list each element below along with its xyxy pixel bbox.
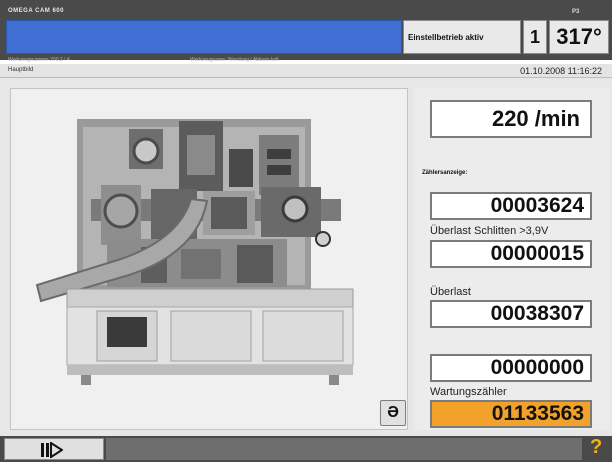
counter-panel: 220 /min Zählersanzeige: 00003624 Überla… bbox=[414, 88, 610, 430]
brand-label: OMEGA CAM 600 bbox=[8, 8, 64, 14]
mode-status: Einstellbetrieb aktiv bbox=[403, 20, 521, 54]
top-bar: OMEGA CAM 600 Einstellbetrieb aktiv 1 P3… bbox=[0, 0, 612, 60]
info-line: Werkzeugnummer 200.2 / 4 Werkzeugname: W… bbox=[0, 56, 612, 64]
step-forward-button[interactable] bbox=[4, 438, 104, 460]
counter-label: Überlast bbox=[430, 286, 471, 298]
step-forward-icon bbox=[41, 442, 63, 458]
machine-image bbox=[11, 89, 407, 429]
speed-display: 220 /min bbox=[430, 100, 592, 138]
counter-label: Wartungszähler bbox=[430, 386, 507, 398]
step-counter: 1 bbox=[523, 20, 547, 54]
counter-label: Überlast Schlitten >3,9V bbox=[430, 225, 549, 237]
datetime: 01.10.2008 11:16:22 bbox=[520, 66, 602, 76]
message-field bbox=[6, 20, 402, 54]
bottom-bar: ? bbox=[0, 436, 612, 462]
counter-value: 00003624 bbox=[430, 192, 592, 220]
angle-display: 317° bbox=[549, 20, 609, 54]
help-icon[interactable]: ? bbox=[590, 436, 602, 459]
machine-image-panel: Ə bbox=[10, 88, 408, 430]
maintenance-counter-value: 01133563 bbox=[430, 400, 592, 428]
counter-value: 00038307 bbox=[430, 300, 592, 328]
page-title: Hauptbild bbox=[8, 67, 34, 73]
counter-title: Zählersanzeige: bbox=[422, 170, 468, 176]
return-button[interactable]: Ə bbox=[380, 400, 406, 426]
status-field bbox=[106, 438, 582, 460]
main-area: Ə 220 /min Zählersanzeige: 00003624 Über… bbox=[0, 78, 612, 436]
tool-number: Werkzeugnummer 200.2 / 4 bbox=[8, 57, 70, 63]
counter-value: 00000000 bbox=[430, 354, 592, 382]
counter-value: 00000015 bbox=[430, 240, 592, 268]
tool-name: Werkzeugname: Wendung | Abkreis kalt bbox=[190, 57, 279, 63]
angle-label: P3 bbox=[572, 9, 580, 15]
breadcrumb: Hauptbild 01.10.2008 11:16:22 bbox=[0, 64, 612, 78]
